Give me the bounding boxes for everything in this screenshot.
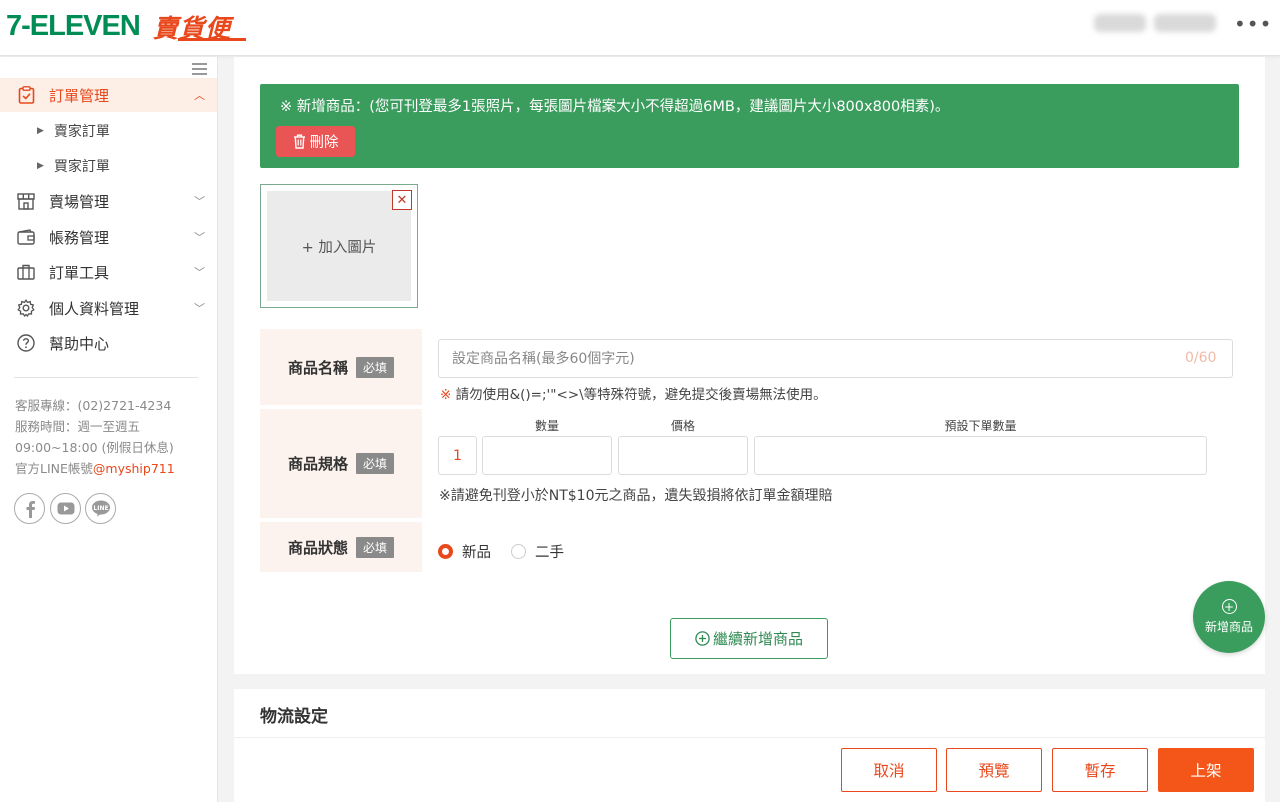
sidebar-divider — [14, 377, 198, 378]
add-image-button[interactable]: + 加入圖片 — [267, 191, 411, 301]
user-name-blurred[interactable] — [1094, 14, 1146, 32]
cancel-button[interactable]: 取消 — [841, 748, 937, 792]
sidebar-item-order-tools[interactable]: 訂單工具 ﹀ — [0, 255, 217, 289]
sidebar-item-label: 個人資料管理 — [49, 299, 140, 318]
publish-button[interactable]: 上架 — [1158, 748, 1254, 792]
fab-label: 新增商品 — [1204, 620, 1253, 634]
gear-icon — [16, 298, 36, 318]
notice-text: ※ 新增商品：(您可刊登最多1張照片，每張圖片檔案大小不得超過6MB，建議圖片大… — [280, 99, 950, 115]
chevron-down-icon: ﹀ — [194, 302, 205, 315]
quantity-input[interactable] — [482, 436, 612, 475]
min-price-hint: ※請避免刊登小於NT$10元之商品，遺失毀損將依訂單金額理賠 — [439, 488, 833, 504]
sidebar-item-profile[interactable]: 個人資料管理 ﹀ — [0, 291, 217, 325]
sidebar-item-label: 賣場管理 — [49, 192, 110, 211]
service-hours: 服務時間：週一至週五 — [15, 419, 141, 434]
chevron-up-icon: ︿ — [194, 89, 205, 102]
caret-right-icon: ▶ — [37, 126, 44, 136]
help-icon — [16, 333, 36, 353]
delete-button[interactable]: 刪除 — [276, 126, 355, 157]
briefcase-icon — [16, 262, 36, 282]
spec-header-price: 價格 — [670, 419, 695, 433]
chevron-down-icon: ﹀ — [194, 266, 205, 279]
sidebar-subitem-seller-orders[interactable]: ▶ 賣家訂單 — [0, 116, 217, 146]
radio-label: 二手 — [535, 545, 564, 561]
add-product-fab[interactable]: + 新增商品 — [1193, 581, 1265, 653]
logistics-divider — [234, 737, 1265, 738]
store-icon — [16, 191, 36, 211]
top-header: 7-ELEVEN 賣貨便 ••• — [0, 0, 1280, 56]
logistics-title: 物流設定 — [260, 707, 328, 727]
remove-image-icon[interactable]: ✕ — [392, 190, 412, 210]
sidebar-item-accounting[interactable]: 帳務管理 ﹀ — [0, 220, 217, 254]
sidebar-item-label: 帳務管理 — [49, 228, 110, 247]
save-draft-button[interactable]: 暫存 — [1052, 748, 1148, 792]
spec-header-quantity: 數量 — [534, 419, 559, 433]
product-name-label: 商品名稱 必填 — [260, 329, 422, 405]
caret-right-icon: ▶ — [37, 161, 44, 171]
plus-circle-icon — [695, 631, 710, 646]
sidebar-item-help[interactable]: 幫助中心 — [0, 326, 217, 360]
label-text: 商品名稱 — [287, 358, 348, 377]
sidebar-item-order-management[interactable]: 訂單管理 ︿ — [0, 78, 217, 112]
sidebar-item-label: 訂單工具 — [49, 263, 110, 282]
sidebar-subitem-label: 買家訂單 — [53, 159, 110, 175]
seven-eleven-logo[interactable]: 7-ELEVEN — [6, 10, 141, 43]
required-badge: 必填 — [356, 536, 395, 558]
status-radio-used[interactable]: 二手 — [511, 541, 564, 562]
special-char-hint: ※ 請勿使用&()=;'"<>\等特殊符號，避免提交後賣場無法使用。 — [440, 383, 827, 403]
sidebar-subitem-label: 賣家訂單 — [53, 124, 110, 140]
sidebar-item-store-management[interactable]: 賣場管理 ﹀ — [0, 184, 217, 218]
line-icon[interactable]: LINE — [85, 493, 116, 524]
wallet-icon — [16, 227, 36, 247]
radio-label: 新品 — [462, 545, 491, 561]
service-time: 09:00~18:00 (例假日休息) — [15, 440, 174, 455]
product-status-label: 商品狀態 必填 — [260, 522, 422, 572]
default-order-quantity-input[interactable] — [754, 436, 1207, 475]
chevron-down-icon: ﹀ — [194, 195, 205, 208]
required-badge: 必填 — [356, 453, 395, 474]
official-line-account: 官方LINE帳號@myship711 — [15, 458, 175, 477]
line-account-id[interactable]: @myship711 — [93, 461, 175, 476]
chevron-down-icon: ﹀ — [194, 231, 205, 244]
upload-notice-banner: ※ 新增商品：(您可刊登最多1張照片，每張圖片檔案大小不得超過6MB，建議圖片大… — [260, 84, 1239, 168]
sidebar-item-label: 幫助中心 — [49, 334, 110, 353]
character-counter: 0/60 — [1185, 350, 1217, 366]
svg-text:LINE: LINE — [93, 505, 108, 512]
product-spec-label: 商品規格 必填 — [260, 409, 422, 518]
continue-label: 繼續新增商品 — [712, 630, 803, 648]
customer-service-hotline: 客服專線：(02)2721-4234 — [15, 398, 172, 413]
continue-add-product-button[interactable]: 繼續新增商品 — [670, 618, 828, 659]
radio-checked-icon — [438, 544, 453, 559]
required-badge: 必填 — [356, 356, 395, 378]
plus-circle-icon: + — [1221, 599, 1237, 614]
user-account-blurred[interactable] — [1154, 14, 1216, 32]
spec-header-default-quantity: 預設下單數量 — [944, 419, 1017, 433]
price-input[interactable] — [618, 436, 748, 475]
line-account-prefix: 官方LINE帳號 — [15, 461, 93, 476]
label-text: 商品狀態 — [287, 538, 348, 557]
sidebar-subitem-buyer-orders[interactable]: ▶ 買家訂單 — [0, 151, 217, 181]
more-options-icon[interactable]: ••• — [1234, 12, 1272, 36]
brand-underline — [178, 38, 246, 41]
menu-toggle-icon[interactable] — [192, 63, 207, 75]
preview-button[interactable]: 預覽 — [946, 748, 1042, 792]
delete-label: 刪除 — [309, 135, 339, 151]
sidebar: 訂單管理 ︿ ▶ 賣家訂單 ▶ 買家訂單 賣場管理 ﹀ 帳務管理 ﹀ 訂單工具 … — [0, 57, 218, 802]
trash-icon — [293, 134, 305, 149]
clipboard-icon — [16, 85, 36, 105]
youtube-icon[interactable] — [50, 493, 81, 524]
facebook-icon[interactable] — [14, 493, 45, 524]
hint-text: 請勿使用&()=;'"<>\等特殊符號，避免提交後賣場無法使用。 — [455, 387, 827, 403]
status-radio-new[interactable]: 新品 — [438, 541, 491, 562]
product-name-input[interactable] — [438, 339, 1233, 378]
sidebar-item-label: 訂單管理 — [49, 86, 110, 105]
label-text: 商品規格 — [287, 455, 348, 473]
spec-row-index: 1 — [438, 436, 477, 475]
radio-unchecked-icon — [511, 544, 526, 559]
hint-mark: ※ — [440, 387, 452, 403]
